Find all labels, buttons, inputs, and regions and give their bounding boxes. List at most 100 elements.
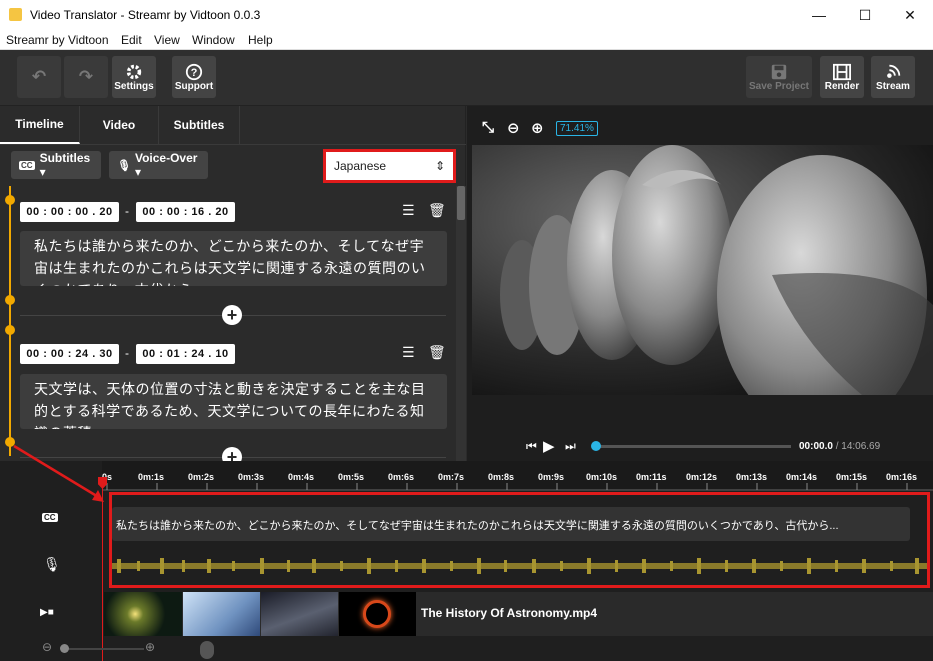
video-preview[interactable]	[472, 145, 933, 395]
caption-end-time[interactable]: 00 : 00 : 16 . 20	[136, 202, 235, 222]
tick-label: 0m:5s	[338, 472, 365, 482]
maximize-button[interactable]: ☐	[842, 0, 888, 30]
caption-text[interactable]: 天文学は、天体の位置の寸法と動きを決定することを主な目的とする科学であるため、天…	[20, 374, 447, 429]
tick-label: 0m:16s	[886, 472, 918, 482]
menu-app[interactable]: Streamr by Vidtoon	[6, 33, 109, 47]
tick-label: 0m:15s	[836, 472, 868, 482]
subtitles-dropdown[interactable]: CC Subtitles ▾	[11, 151, 101, 179]
add-caption-button[interactable]: +	[222, 305, 242, 325]
annotation-arrow	[13, 444, 104, 502]
undo-icon: ↶	[31, 67, 47, 86]
tab-timeline[interactable]: Timeline	[0, 106, 80, 144]
select-arrows-icon: ⇕	[434, 159, 445, 173]
time-ruler[interactable]: 0s 0m:1s 0m:2s 0m:3s 0m:4s 0m:5s 0m:6s 0…	[102, 461, 933, 491]
tick-label: 0m:10s	[586, 472, 618, 482]
video-track-icon: ▶■	[40, 607, 54, 618]
caption-start-time[interactable]: 00 : 00 : 00 . 20	[20, 202, 119, 222]
skip-back-icon[interactable]: ⏮	[526, 439, 537, 454]
tick-label: 0m:3s	[238, 472, 265, 482]
stream-label: Stream	[876, 80, 910, 92]
scrollbar-track[interactable]	[456, 186, 466, 461]
settings-label: Settings	[114, 80, 154, 92]
undo-button[interactable]: ↶	[17, 56, 61, 98]
minimize-button[interactable]: —	[796, 0, 842, 30]
tick-label: 0m:1s	[138, 472, 165, 482]
redo-icon: ↷	[78, 67, 94, 86]
timeline-zoom-out-icon[interactable]: ⊖	[42, 640, 52, 654]
support-button[interactable]: ? Support	[172, 56, 216, 98]
horizontal-scroll-thumb[interactable]	[200, 641, 214, 659]
timeline-zoom-in-icon[interactable]: ⊕	[145, 640, 155, 654]
tick-label: 0m:6s	[388, 472, 415, 482]
tick-label: 0m:14s	[786, 472, 818, 482]
help-icon: ?	[185, 63, 203, 80]
caption-end-time[interactable]: 00 : 01 : 24 . 10	[136, 344, 235, 364]
play-icon[interactable]: ▶	[543, 437, 555, 455]
zoom-level-badge: 71.41%	[556, 121, 598, 136]
caption-text[interactable]: 私たちは誰から来たのか、どこから来たのか、そしてなぜ宇宙は生まれたのかこれらは天…	[20, 231, 447, 286]
statue-busts-image	[472, 145, 933, 395]
tab-subtitles[interactable]: Subtitles	[159, 106, 240, 144]
thumbnail	[183, 592, 260, 636]
close-button[interactable]: ✕	[887, 0, 933, 30]
video-file-name: The History Of Astronomy.mp4	[421, 606, 598, 620]
total-time: / 14:06.69	[832, 441, 881, 452]
zoom-in-icon[interactable]: ⊕	[531, 119, 544, 137]
menu-help[interactable]: Help	[248, 33, 273, 47]
microphone-icon: 🎙	[117, 159, 131, 172]
render-button[interactable]: Render	[820, 56, 864, 98]
stream-button[interactable]: Stream	[871, 56, 915, 98]
tick-label: 0m:12s	[686, 472, 718, 482]
time-separator: -	[125, 346, 129, 360]
thumbnail	[104, 592, 182, 636]
caption-marker[interactable]	[5, 295, 15, 305]
menu-edit[interactable]: Edit	[121, 33, 142, 47]
zoom-out-icon[interactable]: ⊖	[507, 119, 520, 137]
thumbnail	[339, 592, 416, 636]
title-bar: Video Translator - Streamr by Vidtoon 0.…	[0, 0, 933, 30]
menu-view[interactable]: View	[154, 33, 180, 47]
seek-bar[interactable]	[595, 445, 791, 448]
tab-video[interactable]: Video	[80, 106, 159, 144]
redo-button[interactable]: ↷	[64, 56, 108, 98]
tick-label: 0m:8s	[488, 472, 515, 482]
delete-icon[interactable]: 🗑	[428, 202, 446, 219]
render-label: Render	[824, 80, 860, 92]
voiceover-dropdown[interactable]: 🎙 Voice-Over ▾	[109, 151, 208, 179]
caption-marker[interactable]	[5, 195, 15, 205]
tick-label: 0m:11s	[636, 472, 667, 482]
editor-panel: Timeline Video Subtitles CC Subtitles ▾ …	[0, 106, 466, 467]
timeline-zoom-handle[interactable]	[60, 644, 69, 653]
video-clip[interactable]: The History Of Astronomy.mp4	[104, 592, 933, 636]
voiceover-dropdown-label: Voice-Over ▾	[134, 151, 198, 179]
language-value: Japanese	[334, 159, 387, 173]
app-icon	[9, 8, 22, 21]
playback-time: 00:00.0 / 14:06.69	[799, 441, 880, 452]
film-icon	[833, 63, 851, 80]
caption-marker[interactable]	[5, 325, 15, 335]
caption-start-time[interactable]: 00 : 00 : 24 . 30	[20, 344, 119, 364]
tick-label: 0m:4s	[288, 472, 315, 482]
fit-screen-icon[interactable]: ⤡	[482, 119, 494, 136]
subtitle-track-icon: CC	[42, 513, 58, 522]
timeline-zoom-slider[interactable]	[64, 648, 144, 650]
time-separator: -	[125, 204, 129, 218]
skip-forward-icon[interactable]: ⏭	[565, 439, 576, 454]
adjust-icon[interactable]: ☰	[402, 344, 415, 361]
delete-icon[interactable]: 🗑	[428, 344, 446, 361]
seek-handle[interactable]	[591, 441, 601, 451]
subtitles-dropdown-label: Subtitles ▾	[39, 151, 91, 179]
menu-window[interactable]: Window	[192, 33, 235, 47]
language-select[interactable]: Japanese ⇕	[323, 149, 456, 183]
highlight-annotation	[109, 492, 930, 588]
settings-button[interactable]: Settings	[112, 56, 156, 98]
save-project-button[interactable]: Save Project	[746, 56, 812, 98]
window-title: Video Translator - Streamr by Vidtoon 0.…	[30, 8, 261, 22]
toolbar: ↶ ↷ Settings ? Support Save Project Rend…	[0, 50, 933, 106]
adjust-icon[interactable]: ☰	[402, 202, 415, 219]
save-project-label: Save Project	[748, 80, 810, 92]
scrollbar-thumb[interactable]	[457, 186, 465, 220]
broadcast-icon	[887, 64, 901, 78]
tick-label: 0m:2s	[188, 472, 215, 482]
thumbnail	[261, 592, 338, 636]
